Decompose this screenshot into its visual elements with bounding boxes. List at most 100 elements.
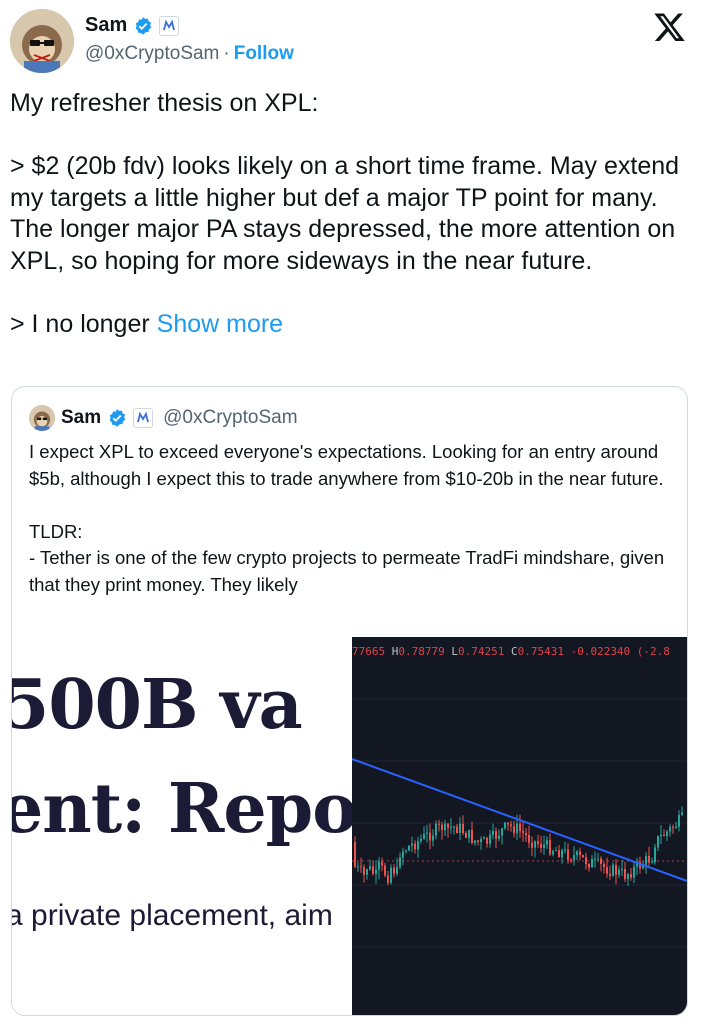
candle-body [486,837,488,844]
candle-body [558,850,560,858]
separator-dot: · [223,43,230,64]
candle-body [405,850,407,852]
candle-body [660,834,662,836]
candle-body [477,840,479,842]
author-handle[interactable]: @0xCryptoSam [85,43,219,64]
candle-body [429,832,431,841]
price-chart-image[interactable]: 77665 H0.78779 L0.74251 C0.75431 -0.0223… [352,637,687,1015]
quoted-tweet[interactable]: Sam @0xCryptoSam I expect XPL to exceed … [11,386,688,1016]
candle-body [504,822,506,829]
quoted-tweet-text: I expect XPL to exceed everyone's expect… [29,441,665,595]
candle-body [432,835,434,841]
candle-body [507,822,509,825]
candle-body [630,874,632,878]
candle-body [528,835,530,843]
candle-body [438,823,440,825]
article-subline: a private placement, aim [12,899,333,932]
candle-body [396,867,398,874]
candle-body [543,844,545,848]
candle-body [654,847,656,863]
candle-body [369,866,371,870]
candle-body [537,841,539,844]
candle-body [423,833,425,839]
ohlc-close: 0.75431 [517,645,564,658]
candle-body [468,829,470,838]
article-image[interactable]: 500B va ent: Repo a private placement, a… [12,637,352,1015]
candle-body [549,840,551,855]
quoted-author-handle: @0xCryptoSam [163,407,298,428]
affiliate-badge-icon [159,15,180,36]
tweet-text: My refresher thesis on XPL: > $2 (20b fd… [10,88,690,340]
candle-body [645,855,647,865]
ohlc-low-label: L [451,645,458,658]
candle-body [453,826,455,828]
candle-body [531,842,533,848]
trendline [352,758,687,882]
show-more-link[interactable]: Show more [157,310,283,338]
candle-body [393,867,395,874]
candle-body [546,840,548,845]
candle-body [564,849,566,851]
ohlc-low: 0.74251 [457,645,505,658]
candle-body [651,862,653,864]
candle-body [627,874,629,880]
quoted-affiliate-badge-icon [133,408,154,428]
candle-body [588,864,590,868]
candle-body [672,826,674,828]
candle-body [366,869,368,875]
candle-body [417,841,419,850]
candle-body [510,824,512,827]
ohlc-prefix: 77665 [352,645,386,658]
candle-body [408,845,410,851]
candle-body [573,855,575,860]
candle-body [372,866,374,874]
candle-body [669,826,671,832]
author-handle-row: @0xCryptoSam · Follow [85,43,294,65]
candle-body [585,857,587,865]
candle-body [462,823,464,833]
candle-body [456,826,458,833]
candle-body [357,866,359,868]
quoted-tweet-header: Sam @0xCryptoSam [29,405,298,431]
article-headline-line-1: 500B va [12,665,303,745]
candle-body [534,841,536,848]
candle-body [681,812,683,816]
candle-body [414,843,416,850]
ohlc-readout: 77665 H0.78779 L0.74251 C0.75431 -0.0223… [352,645,687,658]
candle-body [561,850,563,858]
candle-body [567,849,569,860]
follow-button[interactable]: Follow [234,43,294,64]
verified-badge-icon [135,16,152,35]
candle-body [501,828,503,836]
candle-body [426,832,428,834]
quoted-media[interactable]: 500B va ent: Repo a private placement, a… [12,637,687,1015]
candle-body [354,842,356,867]
candle-body [657,835,659,848]
x-logo-icon[interactable] [653,10,687,44]
candle-body [450,826,452,828]
candle-body [591,859,593,868]
candle-body [399,857,401,868]
candle-body [465,832,467,838]
quoted-verified-badge-icon [109,409,126,427]
author-name[interactable]: Sam [85,14,127,37]
candle-body [489,834,491,844]
candle-body [597,858,599,860]
candle-body [363,867,365,875]
candle-body [675,826,677,828]
candle-body [552,851,554,855]
candle-body [555,850,557,852]
candle-body [516,823,518,834]
article-headline-line-2: ent: Repo [12,769,352,849]
candle-body [480,839,482,842]
candle-body [648,855,650,863]
candle-body [420,838,422,842]
candle-body [387,875,389,883]
candle-body [519,823,521,832]
candle-body [615,864,617,875]
candle-body [663,834,665,837]
author-avatar[interactable] [10,9,74,73]
candle-body [390,867,392,883]
candle-body [522,831,524,833]
candle-body [600,858,602,865]
